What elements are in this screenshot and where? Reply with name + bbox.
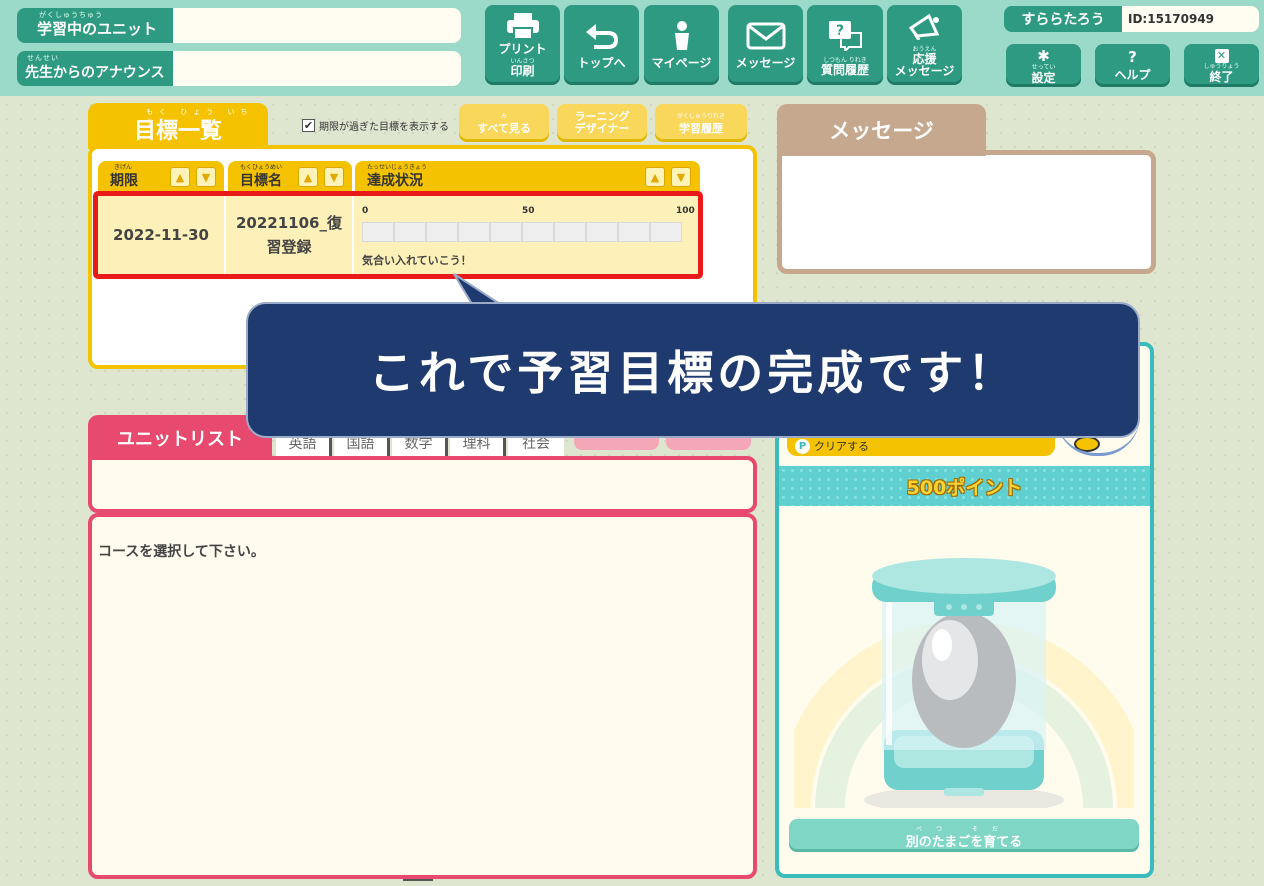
person-icon: [674, 21, 689, 50]
goal-list-title: もく ひょう いち らん 目標一覧: [88, 103, 268, 149]
announcement-field: [173, 51, 461, 86]
unit-list-title: ユニットリスト: [88, 415, 272, 460]
megaphone-icon: [908, 13, 939, 40]
settings-button[interactable]: ✱ せってい 設定: [1006, 44, 1081, 87]
sort-up-icon[interactable]: ▲: [298, 167, 318, 187]
announcement-label: せんせい 先生からのアナウンス: [17, 51, 173, 86]
egg-capsule-illustration: [794, 558, 1134, 808]
column-deadline: きげん 期限 ▲ ▼: [98, 161, 224, 191]
studying-unit-label: がくしゅうちゅう 学習中のユニット: [17, 8, 173, 43]
clear-mission-bar: P クリアする: [787, 436, 1055, 456]
exit-button[interactable]: ✕ しゅうりょう 終了: [1184, 44, 1259, 87]
learning-designer-button[interactable]: ラーニング デザイナー: [557, 104, 647, 142]
sort-up-icon[interactable]: ▲: [170, 167, 190, 187]
back-arrow-icon: [585, 24, 618, 49]
sort-up-icon[interactable]: ▲: [645, 167, 665, 187]
points-display: 500ポイント: [779, 466, 1150, 506]
message-button[interactable]: メッセージ: [728, 5, 803, 85]
show-expired-checkbox[interactable]: ✔: [302, 119, 315, 132]
printer-icon: [506, 13, 539, 39]
sort-down-icon[interactable]: ▼: [324, 167, 344, 187]
unit-filter-button[interactable]: [574, 436, 659, 450]
question-history-button[interactable]: ? しつもん りれき 質問履歴: [807, 5, 883, 85]
show-expired-toggle[interactable]: ✔ 期限が過ぎた目標を表示する: [302, 118, 449, 133]
column-progress: たっせいじょうきょう 達成状況 ▲ ▼: [355, 161, 700, 191]
help-button[interactable]: ? ヘルプ: [1095, 44, 1170, 87]
question-icon: ?: [1128, 48, 1137, 66]
divider: [403, 879, 433, 881]
message-panel-title: メッセージ: [777, 104, 986, 156]
mypage-button[interactable]: マイページ: [644, 5, 719, 85]
unit-course-bar: [88, 456, 757, 513]
gear-icon: ✱: [1037, 46, 1050, 65]
user-name: すららたろう: [1004, 6, 1122, 32]
envelope-icon: [746, 22, 785, 50]
callout-pointer: [453, 273, 502, 306]
question-bubble-icon: ?: [829, 21, 862, 51]
p-icon: P: [795, 438, 810, 454]
highlight-box: [93, 191, 703, 279]
sort-down-icon[interactable]: ▼: [196, 167, 216, 187]
raise-another-egg-button[interactable]: べつ そだ 別のたまごを育てる: [789, 819, 1139, 852]
column-goal-name: もくひょうめい 目標名 ▲ ▼: [228, 161, 352, 191]
callout-banner: これで予習目標の完成です！: [246, 302, 1140, 438]
learning-history-button[interactable]: がくしゅうりれき 学習履歴: [655, 104, 747, 142]
see-all-button[interactable]: み すべて見る: [459, 104, 549, 142]
print-button[interactable]: プリント いんさつ 印刷: [485, 5, 560, 85]
cheer-message-button[interactable]: おうえん 応援 メッセージ: [887, 5, 962, 85]
message-panel: [777, 150, 1156, 274]
user-id: ID:15170949: [1122, 6, 1259, 32]
sort-down-icon[interactable]: ▼: [671, 167, 691, 187]
close-icon: ✕: [1214, 48, 1229, 63]
unit-list-panel: コースを選択して下さい。: [88, 513, 757, 879]
top-page-button[interactable]: トップへ: [564, 5, 639, 85]
empty-course-message: コースを選択して下さい。: [98, 544, 265, 560]
unit-filter-button[interactable]: [666, 436, 751, 450]
studying-unit-field: [173, 8, 461, 43]
